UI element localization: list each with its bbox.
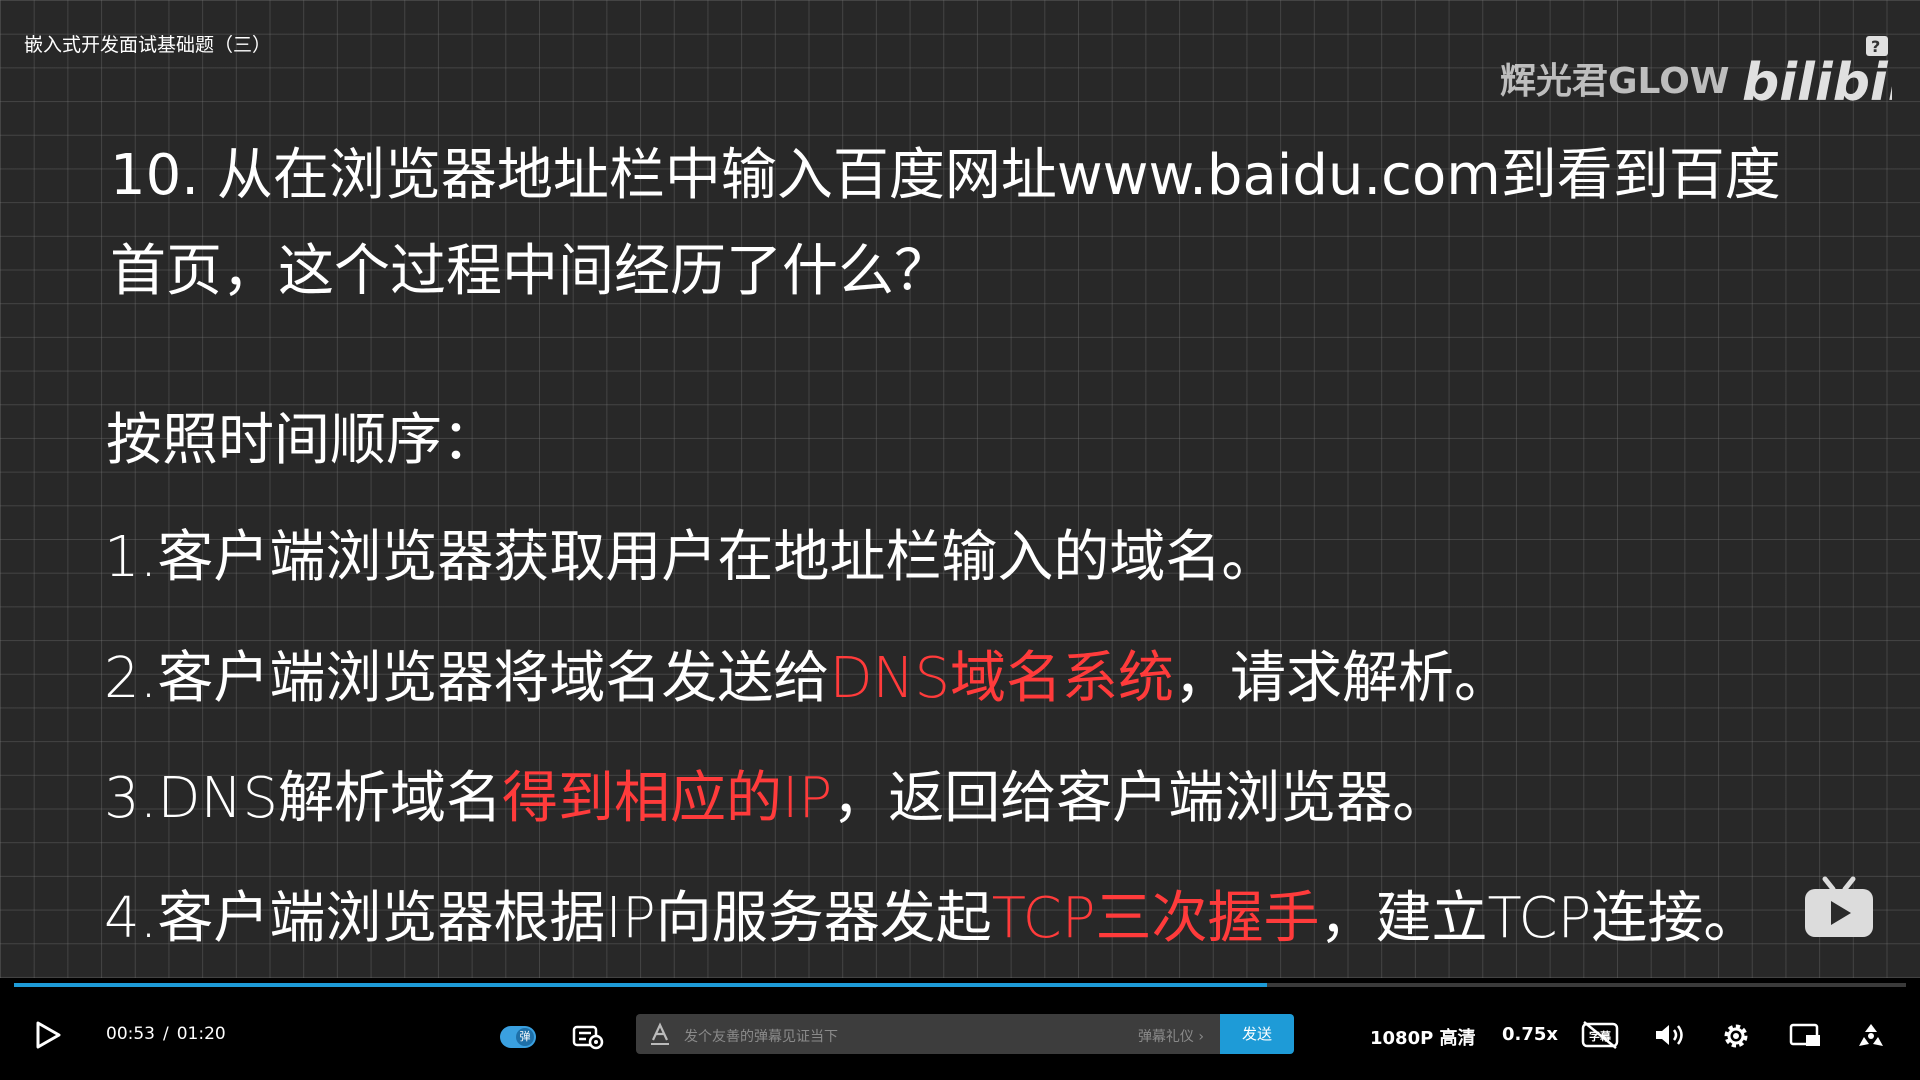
danmaku-toggle[interactable]: 弹 <box>500 1026 536 1048</box>
step-3-tail: ，返回给客户端浏览器。 <box>832 766 1449 831</box>
time-display: 00:53 / 01:20 <box>102 1024 230 1044</box>
volume-icon[interactable] <box>1652 1020 1686 1050</box>
step-2-highlight: DNS域名系统 <box>829 646 1174 711</box>
send-button[interactable]: 发送 <box>1220 1014 1294 1054</box>
pip-icon[interactable] <box>1788 1020 1822 1050</box>
progress-bar[interactable] <box>14 983 1906 987</box>
play-icon[interactable] <box>34 1020 62 1050</box>
danmaku-input[interactable]: 发个友善的弹幕见证当下 弹幕礼仪 › <box>636 1014 1220 1054</box>
danmaku-settings-icon[interactable] <box>572 1024 604 1050</box>
tv-icon[interactable] <box>1803 875 1875 941</box>
danmaku-placeholder: 发个友善的弹幕见证当下 <box>684 1029 838 1045</box>
step-2-tail: ，请求解析。 <box>1174 646 1510 711</box>
step-3-highlight: 得到相应的IP <box>502 766 833 831</box>
watermark-brand: bilibili <box>1742 53 1892 113</box>
video-frame[interactable]: 嵌入式开发面试基础题（三） 辉光君GLOW bilibili ? 10. 从在浏… <box>0 0 1920 978</box>
step-4-tail: ，建立TCP连接。 <box>1319 886 1760 951</box>
time-current: 00:53 <box>106 1024 155 1044</box>
step-3: 3.DNS解析域名得到相应的IP，返回给客户端浏览器。 <box>104 753 1448 834</box>
step-3-text: 3.DNS解析域名 <box>104 766 502 831</box>
step-4-text: 4.客户端浏览器根据IP向服务器发起 <box>104 886 992 951</box>
gear-icon[interactable] <box>1720 1020 1752 1052</box>
danmaku-toggle-label: 弹 <box>516 1028 534 1046</box>
step-4: 4.客户端浏览器根据IP向服务器发起TCP三次握手，建立TCP连接。 <box>104 873 1759 954</box>
quality-button[interactable]: 1080P 高清 <box>1370 1024 1476 1050</box>
step-1-text: 1.客户端浏览器获取用户在地址栏输入的域名。 <box>104 525 1278 590</box>
time-separator: / <box>163 1024 169 1044</box>
bilibili-logo-icon: bilibili ? <box>1742 36 1892 113</box>
progress-fill <box>14 983 1268 987</box>
step-1: 1.客户端浏览器获取用户在地址栏输入的域名。 <box>104 512 1277 593</box>
question-text: 10. 从在浏览器地址栏中输入百度网址www.baidu.com到看到百度首页，… <box>110 143 1781 304</box>
time-total: 01:20 <box>176 1024 226 1044</box>
step-2: 2.客户端浏览器将域名发送给DNS域名系统，请求解析。 <box>104 633 1510 714</box>
widescreen-icon[interactable] <box>1854 1020 1888 1052</box>
video-title: 嵌入式开发面试基础题（三） <box>24 34 272 56</box>
order-heading: 按照时间顺序： <box>106 408 498 473</box>
subtitle-off-icon[interactable]: 字幕 <box>1580 1020 1620 1050</box>
step-2-text: 2.客户端浏览器将域名发送给 <box>104 646 830 711</box>
speed-button[interactable]: 0.75x <box>1502 1024 1558 1045</box>
svg-text:?: ? <box>1871 37 1880 56</box>
danmaku-style-icon[interactable] <box>648 1022 672 1046</box>
player-controls: 00:53 / 01:20 弹 发个友善的弹幕见证当下 弹幕礼仪 › 发送 1080… <box>0 990 1920 1080</box>
danmaku-etiquette-link[interactable]: 弹幕礼仪 › <box>1138 1026 1204 1046</box>
watermark-author: 辉光君GLOW <box>1500 61 1730 102</box>
step-4-highlight: TCP三次握手 <box>991 886 1320 951</box>
